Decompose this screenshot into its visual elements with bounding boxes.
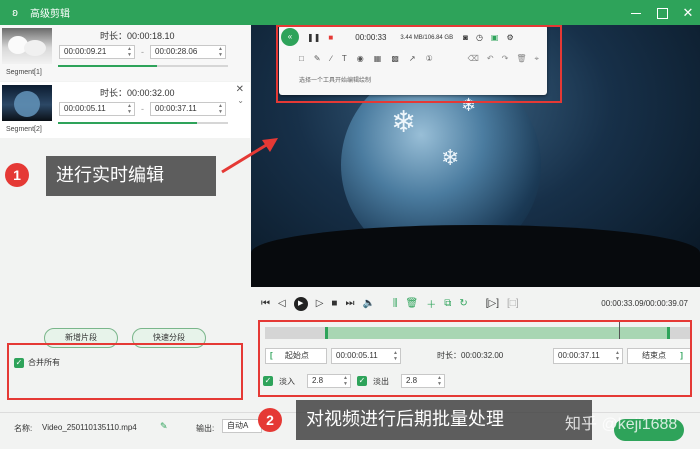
rabbit-logo-icon: ʚ	[12, 6, 18, 19]
segment-end-field[interactable]: 00:00:37.11 ▲ ▼	[150, 102, 226, 116]
segment-progress	[58, 65, 228, 67]
copy-icon[interactable]: ⧉	[444, 298, 451, 309]
segment-thumbnail	[2, 85, 52, 121]
file-name: Video_250110135110.mp4	[42, 423, 137, 432]
trash-icon[interactable]: 🗑	[406, 298, 419, 309]
playback-controls: ⏮ ◁ ▶ ▷ ■ ⏭ 🔈 ⫼ 🗑 ＋ ⧉ ↻ [▷] [□]	[261, 296, 519, 311]
pencil-icon[interactable]: ✎	[160, 421, 168, 432]
watermark: 知乎 @keji1688	[565, 416, 678, 433]
range-dash: -	[141, 104, 144, 114]
snowflake-icon: ❄	[391, 106, 417, 139]
segment-label: Segment[1]	[6, 69, 42, 76]
skip-start-icon[interactable]: ⏮	[261, 298, 270, 309]
segment-start-field[interactable]: 00:00:09.21 ▲ ▼	[59, 45, 135, 59]
skip-end-icon[interactable]: ⏭	[345, 298, 354, 309]
name-label: 名称:	[14, 424, 33, 433]
segment-duration: 时长：00:00:32.00	[100, 88, 175, 98]
segment-item-1[interactable]: Segment[1] 时长：00:00:18.10 00:00:09.21 ▲ ▼…	[0, 25, 250, 81]
stop-icon[interactable]: ■	[331, 298, 337, 309]
spin-arrows-icon[interactable]: ▲ ▼	[218, 46, 223, 58]
annotation-box-buttons	[7, 343, 243, 400]
segment-thumbnail	[2, 28, 52, 64]
playback-time: 00:00:33.09/00:00:39.07	[601, 299, 688, 308]
segment-item-2[interactable]: Segment[2] 时长：00:00:32.00 00:00:05.11 ▲ ▼…	[0, 82, 250, 138]
add-icon[interactable]: ＋	[426, 296, 436, 311]
arrow-icon	[221, 138, 278, 174]
callout-1-number: 1	[5, 163, 29, 187]
minimize-icon[interactable]	[630, 7, 642, 19]
ground-silhouette	[251, 225, 700, 287]
volume-icon[interactable]: 🔈	[362, 298, 374, 309]
split-icon[interactable]: ⫼	[393, 298, 398, 309]
play-icon[interactable]: ▶	[293, 296, 308, 311]
annotation-box-trim	[258, 320, 692, 397]
callout-1: 进行实时编辑	[46, 156, 216, 196]
mark-in-icon[interactable]: [▷]	[486, 298, 499, 309]
prev-frame-icon[interactable]: ◁	[278, 298, 286, 309]
segment-duration: 时长：00:00:18.10	[100, 31, 175, 41]
callout-2-number: 2	[258, 408, 282, 432]
spin-arrows-icon[interactable]: ▲ ▼	[218, 103, 223, 115]
close-icon[interactable]: ✕	[682, 6, 694, 19]
segment-label: Segment[2]	[6, 126, 42, 133]
segment-start-field[interactable]: 00:00:05.11 ▲ ▼	[59, 102, 135, 116]
title-bar: ʚ 高级剪辑 ✕	[0, 0, 700, 25]
output-label: 输出:	[196, 424, 215, 433]
annotation-box-recorder	[276, 25, 562, 103]
close-icon[interactable]: ✕	[236, 84, 244, 95]
range-dash: -	[141, 47, 144, 57]
window-title: 高级剪辑	[30, 9, 70, 20]
maximize-icon[interactable]	[656, 7, 668, 19]
snowflake-icon: ❄	[441, 145, 460, 170]
output-select[interactable]: 自动A	[222, 419, 262, 433]
segment-progress	[58, 122, 228, 124]
mark-out-icon[interactable]: [□]	[507, 298, 519, 309]
next-frame-icon[interactable]: ▷	[316, 298, 324, 309]
spin-arrows-icon[interactable]: ▲ ▼	[127, 46, 132, 58]
callout-2: 对视频进行后期批量处理	[296, 400, 592, 440]
segment-end-field[interactable]: 00:00:28.06 ▲ ▼	[150, 45, 226, 59]
chevron-down-icon[interactable]: ⌄	[237, 96, 244, 105]
spin-arrows-icon[interactable]: ▲ ▼	[127, 103, 132, 115]
reset-icon[interactable]: ↻	[459, 298, 467, 309]
